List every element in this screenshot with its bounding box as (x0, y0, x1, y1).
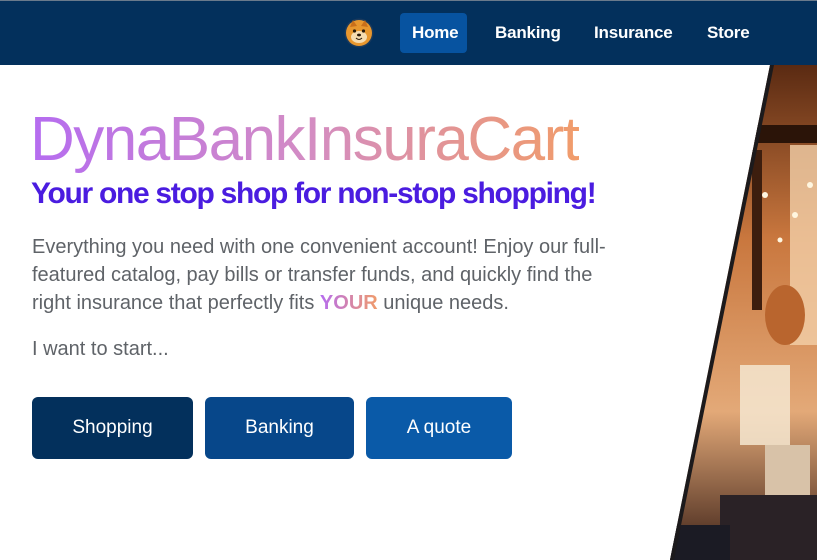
nav-banking-link[interactable]: Banking (483, 13, 573, 53)
top-navbar: Home Banking Insurance Store (0, 0, 817, 65)
shiba-dog-logo-icon[interactable] (344, 18, 374, 48)
storefront-photo (670, 65, 817, 560)
description-highlight: YOUR (319, 292, 378, 314)
nav-store-link[interactable]: Store (695, 13, 761, 53)
description-text-end: unique needs. (377, 292, 509, 314)
start-banking-button[interactable]: Banking (205, 397, 354, 459)
start-shopping-button[interactable]: Shopping (32, 397, 193, 459)
hero-title: DynaBankInsuraCart (30, 100, 580, 180)
hero-tagline: Your one stop shop for non-stop shopping… (31, 177, 597, 210)
description-text-start: Everything you need with one convenient … (32, 236, 606, 314)
nav-insurance-link[interactable]: Insurance (582, 13, 685, 53)
get-quote-button[interactable]: A quote (366, 397, 512, 459)
hero-description: Everything you need with one convenient … (32, 233, 622, 317)
nav-home-link[interactable]: Home (400, 13, 467, 53)
start-prompt: I want to start... (32, 338, 169, 360)
